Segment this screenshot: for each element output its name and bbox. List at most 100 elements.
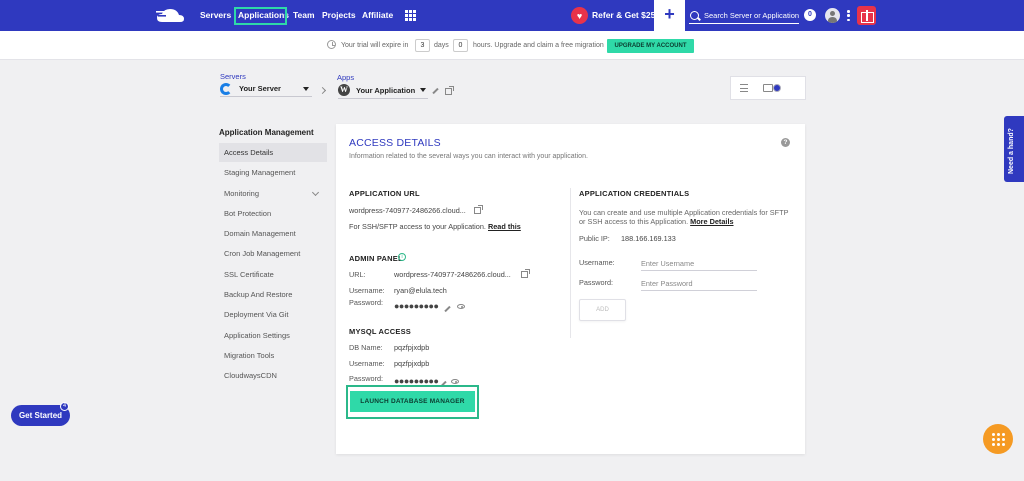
trial-hours-value: 0 — [453, 39, 468, 52]
app-url-value[interactable]: wordpress-740977-2486266.cloud... — [349, 206, 466, 215]
sidebar-item-migration-tools[interactable]: Migration Tools — [219, 346, 327, 365]
server-name: Your Server — [239, 84, 281, 93]
search-icon[interactable] — [690, 11, 699, 20]
public-ip-value: 188.166.169.133 — [621, 234, 676, 243]
sidebar-item-monitoring[interactable]: Monitoring — [219, 184, 327, 203]
sidebar-item-cloudwayscdn[interactable]: CloudwaysCDN — [219, 366, 327, 385]
card-title: ACCESS DETAILS — [349, 137, 441, 149]
mysql-password-label: Password: — [349, 374, 384, 383]
sidebar-item-access-details[interactable]: Access Details — [219, 143, 327, 162]
cloudways-logo[interactable] — [156, 6, 190, 24]
launch-database-manager-button[interactable]: LAUNCH DATABASE MANAGER — [350, 391, 475, 412]
apps-fab-button[interactable] — [983, 424, 1013, 454]
sidebar-item-bot-protection[interactable]: Bot Protection — [219, 204, 327, 223]
mysql-title: MYSQL ACCESS — [349, 327, 411, 336]
list-view-icon[interactable] — [740, 84, 748, 92]
get-started-badge: 4 — [60, 402, 69, 411]
nav-servers[interactable]: Servers — [200, 0, 231, 31]
need-a-hand-tab[interactable]: Need a hand? — [1004, 116, 1024, 182]
info-icon[interactable]: i — [398, 253, 406, 261]
mysql-username-label: Username: — [349, 359, 385, 368]
external-link-icon[interactable] — [521, 269, 530, 278]
username-input[interactable] — [641, 257, 757, 271]
cred-password-label: Password: — [579, 278, 614, 287]
servers-label: Servers — [220, 72, 246, 81]
trial-prefix: Your trial will expire in — [341, 42, 409, 49]
cred-username-label: Username: — [579, 258, 615, 267]
admin-url-value[interactable]: wordpress-740977-2486266.cloud... — [394, 270, 511, 279]
heart-icon[interactable]: ♥ — [571, 7, 588, 24]
sidebar-item-deployment-via-git[interactable]: Deployment Via Git — [219, 305, 327, 324]
admin-url-label: URL: — [349, 270, 366, 279]
more-details-link[interactable]: More Details — [690, 217, 733, 226]
nav-projects[interactable]: Projects — [322, 0, 356, 31]
app-selector[interactable]: W Your Application — [338, 83, 428, 99]
sidebar-item-staging-management[interactable]: Staging Management — [219, 163, 327, 182]
digitalocean-icon — [220, 83, 232, 95]
nav-team[interactable]: Team — [293, 0, 315, 31]
view-toggle[interactable] — [730, 76, 806, 100]
wordpress-icon: W — [338, 84, 350, 96]
eye-icon[interactable] — [457, 304, 465, 309]
caret-down-icon — [303, 87, 309, 91]
sidebar-title: Application Management — [219, 128, 314, 137]
mysql-username-value: pqzfpjxdpb — [394, 359, 430, 368]
db-name-value: pqzfpjxdpb — [394, 343, 430, 352]
read-this-link[interactable]: Read this — [488, 222, 521, 231]
add-credential-button[interactable]: ADD — [579, 299, 626, 321]
nav-active-highlight — [234, 7, 287, 25]
avatar[interactable] — [825, 8, 840, 23]
db-name-label: DB Name: — [349, 343, 383, 352]
refer-link[interactable]: Refer & Get $25 — [592, 0, 655, 31]
clock-icon — [327, 40, 336, 49]
trial-days-label: days — [434, 42, 449, 49]
admin-password-mask: ●●●●●●●●● — [394, 301, 439, 311]
column-divider — [570, 188, 571, 338]
apps-label: Apps — [337, 73, 355, 82]
toggle-dot[interactable] — [773, 84, 781, 92]
credentials-desc-line2: or SSH access to this Application. More … — [579, 217, 734, 226]
apps-grid-icon[interactable] — [405, 10, 416, 21]
sidebar-item-application-settings[interactable]: Application Settings — [219, 326, 327, 345]
public-ip-label: Public IP: — [579, 234, 610, 243]
pencil-icon[interactable] — [432, 87, 439, 95]
sidebar-item-ssl-certificate[interactable]: SSL Certificate — [219, 265, 327, 284]
eye-icon[interactable] — [451, 379, 459, 384]
trial-suffix: hours. Upgrade and claim a free migratio… — [473, 42, 604, 49]
gift-icon[interactable] — [857, 6, 876, 25]
top-navbar: Servers Applications Team Projects Affil… — [0, 0, 1024, 31]
sidebar-item-backup-and-restore[interactable]: Backup And Restore — [219, 285, 327, 304]
app-url-note: For SSH/SFTP access to your Application.… — [349, 222, 521, 231]
server-selector[interactable]: Your Server — [220, 81, 312, 97]
trial-days-value: 3 — [415, 39, 430, 52]
add-button[interactable]: + — [654, 0, 685, 31]
trial-banner: Your trial will expire in 3 days 0 hours… — [0, 31, 1024, 60]
pencil-icon[interactable] — [444, 305, 451, 313]
help-icon[interactable]: ? — [781, 138, 790, 147]
caret-down-icon — [420, 88, 426, 92]
admin-panel-title: ADMIN PANEL — [349, 254, 403, 263]
admin-username-value: ryan@elula.tech — [394, 286, 447, 295]
notification-badge[interactable]: 0 — [804, 9, 816, 21]
sidebar-item-cron-job-management[interactable]: Cron Job Management — [219, 244, 327, 263]
credentials-desc-line2-text: or SSH access to this Application. — [579, 217, 689, 226]
chevron-right-icon — [318, 86, 327, 95]
credentials-desc-line1: You can create and use multiple Applicat… — [579, 208, 789, 217]
admin-password-label: Password: — [349, 298, 384, 307]
app-url-title: APPLICATION URL — [349, 189, 420, 198]
search-box — [689, 8, 799, 24]
external-link-icon[interactable] — [474, 205, 483, 214]
external-link-icon[interactable] — [445, 86, 454, 95]
admin-username-label: Username: — [349, 286, 385, 295]
credentials-title: APPLICATION CREDENTIALS — [579, 189, 690, 198]
app-url-note-text: For SSH/SFTP access to your Application. — [349, 222, 486, 231]
nav-affiliate[interactable]: Affiliate — [362, 0, 393, 31]
app-name: Your Application — [356, 86, 416, 95]
password-input[interactable] — [641, 277, 757, 291]
search-input[interactable] — [704, 8, 799, 23]
more-options-icon[interactable] — [847, 10, 850, 21]
folder-icon[interactable] — [763, 84, 773, 92]
sidebar-item-domain-management[interactable]: Domain Management — [219, 224, 327, 243]
need-a-hand-label: Need a hand? — [1008, 128, 1015, 174]
upgrade-button[interactable]: UPGRADE MY ACCOUNT — [607, 39, 694, 53]
